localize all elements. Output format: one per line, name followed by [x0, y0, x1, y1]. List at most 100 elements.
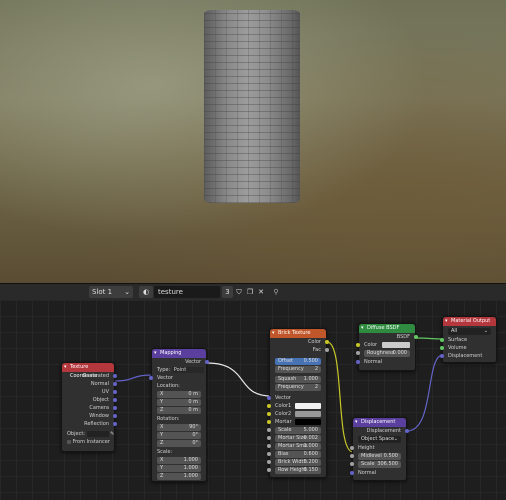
brick-tower-mesh[interactable] [204, 10, 300, 203]
input-normal: Normal [356, 358, 415, 366]
mortar-size-field[interactable]: Mortar Size 0.002 [267, 435, 321, 442]
rotation-x-field[interactable]: X 90° [157, 424, 201, 431]
material-output-node[interactable]: Material Output All ⌄ Surface Volume Disp… [440, 316, 497, 363]
input-socket[interactable] [440, 346, 444, 350]
roughness-field[interactable]: Roughness 0.000 [356, 350, 410, 357]
location-x-field[interactable]: X 0 m [157, 391, 201, 398]
input-socket[interactable] [267, 452, 271, 456]
pin-icon[interactable]: ⚲ [271, 286, 281, 298]
node-header[interactable]: Diffuse BSDF [359, 324, 415, 333]
input-socket[interactable] [440, 354, 444, 358]
scale-x-field[interactable]: X 1.000 [157, 457, 201, 464]
from-instancer-checkbox[interactable] [67, 439, 71, 444]
type-value: Point [173, 366, 187, 373]
socket-label: Normal [364, 359, 383, 365]
scale-field[interactable]: Scale 306.500 [350, 461, 401, 468]
field-label: Midlevel [361, 453, 382, 459]
3d-viewport[interactable] [0, 0, 506, 283]
input-socket[interactable] [356, 343, 360, 347]
input-socket[interactable] [356, 360, 360, 364]
bias-field[interactable]: Bias 0.600 [267, 451, 321, 458]
duplicate-icon[interactable]: ❐ [245, 286, 255, 298]
node-header[interactable]: Brick Texture [270, 329, 326, 338]
color2-swatch[interactable] [295, 411, 321, 417]
input-socket[interactable] [350, 446, 354, 450]
field-label: Scale [361, 461, 375, 467]
axis-label: Y [160, 465, 164, 471]
input-socket[interactable] [350, 454, 354, 458]
target-dropdown[interactable]: All ⌄ [448, 328, 491, 335]
input-socket[interactable] [267, 468, 271, 472]
input-socket[interactable] [267, 428, 271, 432]
node-title: Brick Texture [278, 330, 311, 336]
material-browse-button[interactable]: ◐ [139, 286, 153, 298]
input-socket[interactable] [267, 436, 271, 440]
space-dropdown[interactable]: Object Space ⌄ [358, 436, 401, 443]
socket-label: Height [358, 445, 375, 451]
mortar-smooth-field[interactable]: Mortar Smo 1.000 [267, 443, 321, 450]
type-dropdown[interactable]: Point [171, 366, 204, 373]
eyedropper-icon[interactable]: ✎ [110, 431, 114, 437]
input-socket[interactable] [267, 404, 271, 408]
midlevel-field[interactable]: Midlevel 0.500 [350, 453, 401, 460]
shader-node-editor[interactable]: Texture Coordinate Generated Normal UV O… [0, 300, 506, 500]
output-socket[interactable] [113, 414, 117, 418]
displacement-node[interactable]: Displacement Displacement Object Space⌄ … [350, 417, 409, 481]
rotation-z-field[interactable]: Z 0° [157, 440, 201, 447]
input-socket[interactable] [440, 338, 444, 342]
scale-y-field[interactable]: Y 1.000 [157, 465, 201, 472]
brick-texture-node[interactable]: Brick Texture Color Fac Offset 0.500 Freq… [267, 328, 329, 478]
fake-user-shield-icon[interactable]: ⛉ [234, 286, 244, 298]
output-socket[interactable] [205, 360, 209, 364]
output-socket[interactable] [405, 429, 409, 433]
output-socket[interactable] [414, 335, 418, 339]
mortar-swatch[interactable] [295, 419, 321, 425]
input-socket[interactable] [356, 351, 360, 355]
output-socket[interactable] [113, 398, 117, 402]
slot-select[interactable]: Slot 1 ⌄ [89, 286, 133, 298]
mapping-node[interactable]: Mapping Vector Type: Point Vector Locati… [149, 348, 209, 482]
input-mortar: Mortar [267, 418, 326, 426]
output-socket[interactable] [325, 348, 329, 352]
node-header[interactable]: Texture Coordinate [62, 363, 114, 379]
node-header[interactable]: Mapping [152, 349, 206, 358]
input-socket[interactable] [350, 462, 354, 466]
input-socket[interactable] [149, 376, 153, 380]
squash-frequency-field[interactable]: Frequency 2 [275, 384, 321, 391]
user-count-button[interactable]: 3 [222, 286, 233, 298]
diffuse-bsdf-node[interactable]: Diffuse BSDF BSDF Color Roughness0.000 N… [356, 323, 418, 371]
output-socket[interactable] [113, 422, 117, 426]
frequency-field[interactable]: Frequency 2 [275, 366, 321, 373]
color1-swatch[interactable] [295, 403, 321, 409]
material-name-field[interactable]: testure [154, 286, 220, 298]
scale-z-field[interactable]: Z 1.000 [157, 473, 201, 480]
object-field[interactable] [86, 430, 109, 437]
output-socket[interactable] [325, 340, 329, 344]
input-socket[interactable] [267, 460, 271, 464]
axis-label: X [160, 424, 164, 430]
node-header[interactable]: Displacement [353, 418, 406, 427]
unlink-x-icon[interactable]: ✕ [256, 286, 266, 298]
node-header[interactable]: Material Output [443, 317, 496, 326]
row-height-field[interactable]: Row Height 0.150 [267, 467, 321, 474]
location-y-field[interactable]: Y 0 m [157, 399, 201, 406]
input-socket[interactable] [267, 420, 271, 424]
input-socket[interactable] [267, 444, 271, 448]
axis-label: X [160, 391, 164, 397]
input-socket[interactable] [267, 396, 271, 400]
brick-width-field[interactable]: Brick Width 0.200 [267, 459, 321, 466]
location-z-field[interactable]: Z 0 m [157, 407, 201, 414]
input-socket[interactable] [267, 412, 271, 416]
output-socket[interactable] [113, 382, 117, 386]
input-socket[interactable] [350, 471, 354, 475]
offset-field[interactable]: Offset 0.500 [275, 358, 321, 365]
texture-coordinate-node[interactable]: Texture Coordinate Generated Normal UV O… [61, 362, 117, 452]
scale-field[interactable]: Scale 5.000 [267, 427, 321, 434]
output-socket[interactable] [113, 374, 117, 378]
squash-field[interactable]: Squash 1.000 [275, 376, 321, 383]
color-swatch[interactable] [382, 342, 410, 348]
output-socket[interactable] [113, 406, 117, 410]
output-object: Object [62, 396, 117, 404]
output-socket[interactable] [113, 390, 117, 394]
rotation-y-field[interactable]: Y 0° [157, 432, 201, 439]
